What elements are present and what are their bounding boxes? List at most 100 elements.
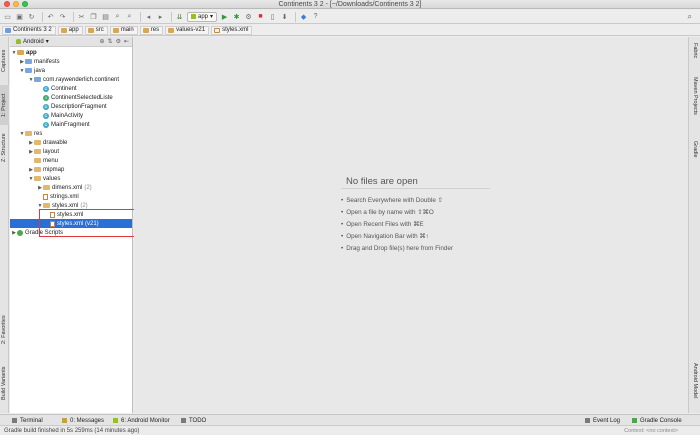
project-view-select[interactable]: Android ▾ <box>13 38 52 46</box>
project-tab[interactable]: 1: Project <box>0 85 9 125</box>
tree-item-package[interactable]: ▼ com.raywenderlich.continent <box>10 75 132 84</box>
window-title: Continents 3 2 - [~/Downloads/Continents… <box>278 1 422 8</box>
gear-icon[interactable]: ⚙ <box>116 38 121 45</box>
help-icon[interactable]: ? <box>311 12 320 21</box>
find-icon[interactable]: ⌕ <box>113 12 122 21</box>
run-config-select[interactable]: app ▾ <box>187 11 218 22</box>
breadcrumb-item[interactable]: values-v21 <box>165 25 210 35</box>
gradle-tab[interactable]: Gradle <box>690 141 700 169</box>
interface-icon: I <box>43 94 49 101</box>
tree-item-dimens[interactable]: ▶ dimens.xml (2) <box>10 183 132 192</box>
breadcrumb: Continents 3 2 app src main res values-v… <box>0 25 700 36</box>
tree-item-layout[interactable]: ▶ layout <box>10 147 132 156</box>
toolbar-separator <box>140 11 141 22</box>
toolbar-separator <box>42 11 43 22</box>
android-device-monitor-icon[interactable]: ◆ <box>299 12 308 21</box>
breadcrumb-label: Continents 3 2 <box>13 27 52 33</box>
window-minimize-button[interactable] <box>13 1 19 7</box>
favorites-tab[interactable]: 2: Favorites <box>0 309 9 351</box>
folder-icon <box>34 176 41 181</box>
project-panel-header: Android ▾ ⊕ ⇅ ⚙ ⇤ <box>10 37 132 47</box>
tree-item-menu[interactable]: menu <box>10 156 132 165</box>
tree-item-manifests[interactable]: ▶ manifests <box>10 57 132 66</box>
divider <box>341 188 490 189</box>
android-model-tab[interactable]: Android Model <box>690 363 700 411</box>
undo-icon[interactable]: ↶ <box>46 12 55 21</box>
breadcrumb-item[interactable]: main <box>109 25 138 35</box>
fabric-tab[interactable]: Fabric <box>690 43 700 69</box>
android-icon <box>113 418 118 423</box>
package-icon <box>34 77 41 82</box>
folder-icon <box>25 59 32 64</box>
android-monitor-tab[interactable]: 6: Android Monitor <box>113 416 170 425</box>
folder-icon <box>87 27 94 33</box>
open-folder-icon[interactable]: ▭ <box>3 12 12 21</box>
captures-tab[interactable]: Captures <box>0 41 9 81</box>
tab-label: Event Log <box>593 417 621 424</box>
android-icon <box>191 14 196 19</box>
tree-item-class[interactable]: C MainActivity <box>10 111 132 120</box>
debug-icon[interactable]: ✱ <box>232 12 241 21</box>
toolbar-separator <box>73 11 74 22</box>
class-icon: C <box>43 121 49 128</box>
tree-item-class[interactable]: C MainFragment <box>10 120 132 129</box>
replace-icon[interactable]: ⌕ <box>125 12 134 21</box>
stop-icon[interactable]: ■ <box>256 12 265 21</box>
file-count: (2) <box>84 184 92 191</box>
redo-icon[interactable]: ↷ <box>58 12 67 21</box>
tree-item-values[interactable]: ▼ values <box>10 174 132 183</box>
tree-item-strings[interactable]: strings.xml <box>10 192 132 201</box>
build-variants-tab[interactable]: Build Variants <box>0 359 9 407</box>
tree-item-class[interactable]: I ContinentSelectedListe <box>10 93 132 102</box>
window-maximize-button[interactable] <box>22 1 28 7</box>
class-icon: C <box>43 112 49 119</box>
copy-icon[interactable]: ❐ <box>89 12 98 21</box>
breadcrumb-item[interactable]: res <box>139 25 164 35</box>
editor-area[interactable]: No files are open Search Everywhere with… <box>134 37 688 413</box>
project-panel: Android ▾ ⊕ ⇅ ⚙ ⇤ ▼ app ▶ manifests ▼ java … <box>10 37 140 413</box>
tree-item-label: strings.xml <box>50 193 79 200</box>
run-icon[interactable]: ▶ <box>220 12 229 21</box>
event-log-icon <box>585 418 590 423</box>
tree-item-app[interactable]: ▼ app <box>10 48 132 57</box>
tree-item-class[interactable]: C Continent <box>10 84 132 93</box>
scroll-from-source-icon[interactable]: ⊕ <box>100 38 105 45</box>
tree-item-label: drawable <box>43 139 68 146</box>
messages-icon <box>62 418 67 423</box>
collapse-all-icon[interactable]: ⇅ <box>108 38 113 45</box>
sync-icon[interactable]: ↻ <box>27 12 36 21</box>
breadcrumb-item[interactable]: styles.xml <box>211 25 253 35</box>
toolbar-separator <box>171 11 172 22</box>
structure-tab[interactable]: Z: Structure <box>0 127 9 169</box>
breadcrumb-item[interactable]: app <box>57 25 83 35</box>
tree-item-drawable[interactable]: ▶ drawable <box>10 138 132 147</box>
status-message: Gradle build finished in 5s 259ms (14 mi… <box>4 427 140 434</box>
back-icon[interactable]: ◂ <box>144 12 153 21</box>
breadcrumb-label: styles.xml <box>222 27 249 33</box>
window-close-button[interactable] <box>4 1 10 7</box>
terminal-tab[interactable]: Terminal <box>12 416 43 425</box>
messages-tab[interactable]: 0: Messages <box>62 416 104 425</box>
cut-icon[interactable]: ✂ <box>77 12 86 21</box>
hide-panel-icon[interactable]: ⇤ <box>124 38 129 45</box>
class-icon: C <box>43 85 49 92</box>
tree-item-java[interactable]: ▼ java <box>10 66 132 75</box>
breadcrumb-label: app <box>68 27 79 33</box>
maven-projects-tab[interactable]: Maven Projects <box>690 77 700 135</box>
tree-item-res[interactable]: ▼ res <box>10 129 132 138</box>
paste-icon[interactable]: ▤ <box>101 12 110 21</box>
breadcrumb-item[interactable]: Continents 3 2 <box>2 25 56 35</box>
forward-icon[interactable]: ▸ <box>156 12 165 21</box>
todo-tab[interactable]: TODO <box>181 416 206 425</box>
save-icon[interactable]: ▣ <box>15 12 24 21</box>
gradle-console-tab[interactable]: Gradle Console <box>632 416 682 425</box>
attach-debugger-icon[interactable]: ⚙ <box>244 12 253 21</box>
event-log-tab[interactable]: Event Log <box>585 416 620 425</box>
tree-item-mipmap[interactable]: ▶ mipmap <box>10 165 132 174</box>
breadcrumb-item[interactable]: src <box>84 25 108 35</box>
tree-item-class[interactable]: C DescriptionFragment <box>10 102 132 111</box>
sdk-manager-icon[interactable]: ⬇ <box>280 12 289 21</box>
search-icon[interactable]: ⌕ <box>688 12 692 22</box>
make-project-icon[interactable]: ⇊ <box>175 12 184 21</box>
avd-manager-icon[interactable]: ▯ <box>268 12 277 21</box>
